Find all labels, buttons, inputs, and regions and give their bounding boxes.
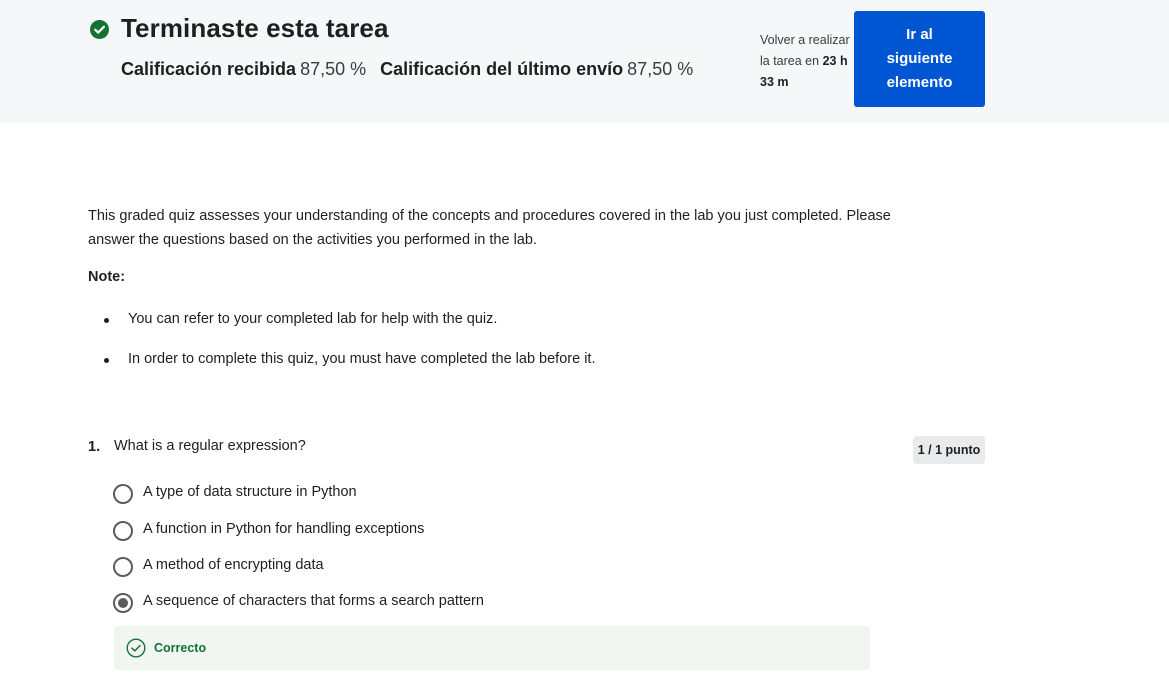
radio-button[interactable] (113, 521, 133, 541)
retake-hours: 23 h (822, 54, 848, 68)
list-item-text: In order to complete this quiz, you must… (128, 351, 596, 367)
grade-received-label: Calificación recibida (121, 59, 297, 79)
quiz-description: This graded quiz assesses your understan… (88, 208, 891, 248)
feedback-text: Correcto (154, 641, 207, 655)
completion-title: Terminaste esta tarea (121, 13, 389, 43)
answer-option-label: A type of data structure in Python (143, 484, 357, 500)
check-circle-outline-icon (126, 638, 146, 658)
question-number: 1. (88, 439, 101, 455)
feedback-box: Correcto (114, 626, 870, 670)
bullet-dot (104, 318, 109, 323)
radio-button[interactable] (113, 484, 133, 504)
note-label: Note: (88, 269, 126, 285)
last-submission-value: 87,50 % (627, 59, 694, 79)
completion-banner: Terminaste esta tarea Calificación recib… (0, 0, 1169, 123)
points-badge: 1 / 1 punto (913, 436, 985, 464)
radio-button-selected[interactable] (113, 593, 133, 613)
list-item-text: You can refer to your completed lab for … (128, 311, 498, 327)
answer-option-label: A function in Python for handling except… (143, 521, 425, 537)
grade-received-value: 87,50 % (300, 59, 367, 79)
question-text: What is a regular expression? (114, 438, 306, 454)
answer-option-label: A sequence of characters that forms a se… (143, 593, 484, 609)
check-circle-icon (90, 20, 109, 39)
answer-option-label: A method of encrypting data (143, 557, 324, 573)
next-item-button[interactable]: Ir al siguiente elemento (854, 11, 985, 107)
radio-button[interactable] (113, 557, 133, 577)
grade-summary: Calificación recibida 87,50 % Calificación… (121, 59, 693, 80)
retake-info: Volver a realizar la tarea en 23 h 33 m (760, 30, 856, 93)
retake-minutes: 33 m (760, 75, 789, 89)
last-submission-label: Calificación del último envío (380, 59, 624, 79)
bullet-dot (104, 358, 109, 363)
